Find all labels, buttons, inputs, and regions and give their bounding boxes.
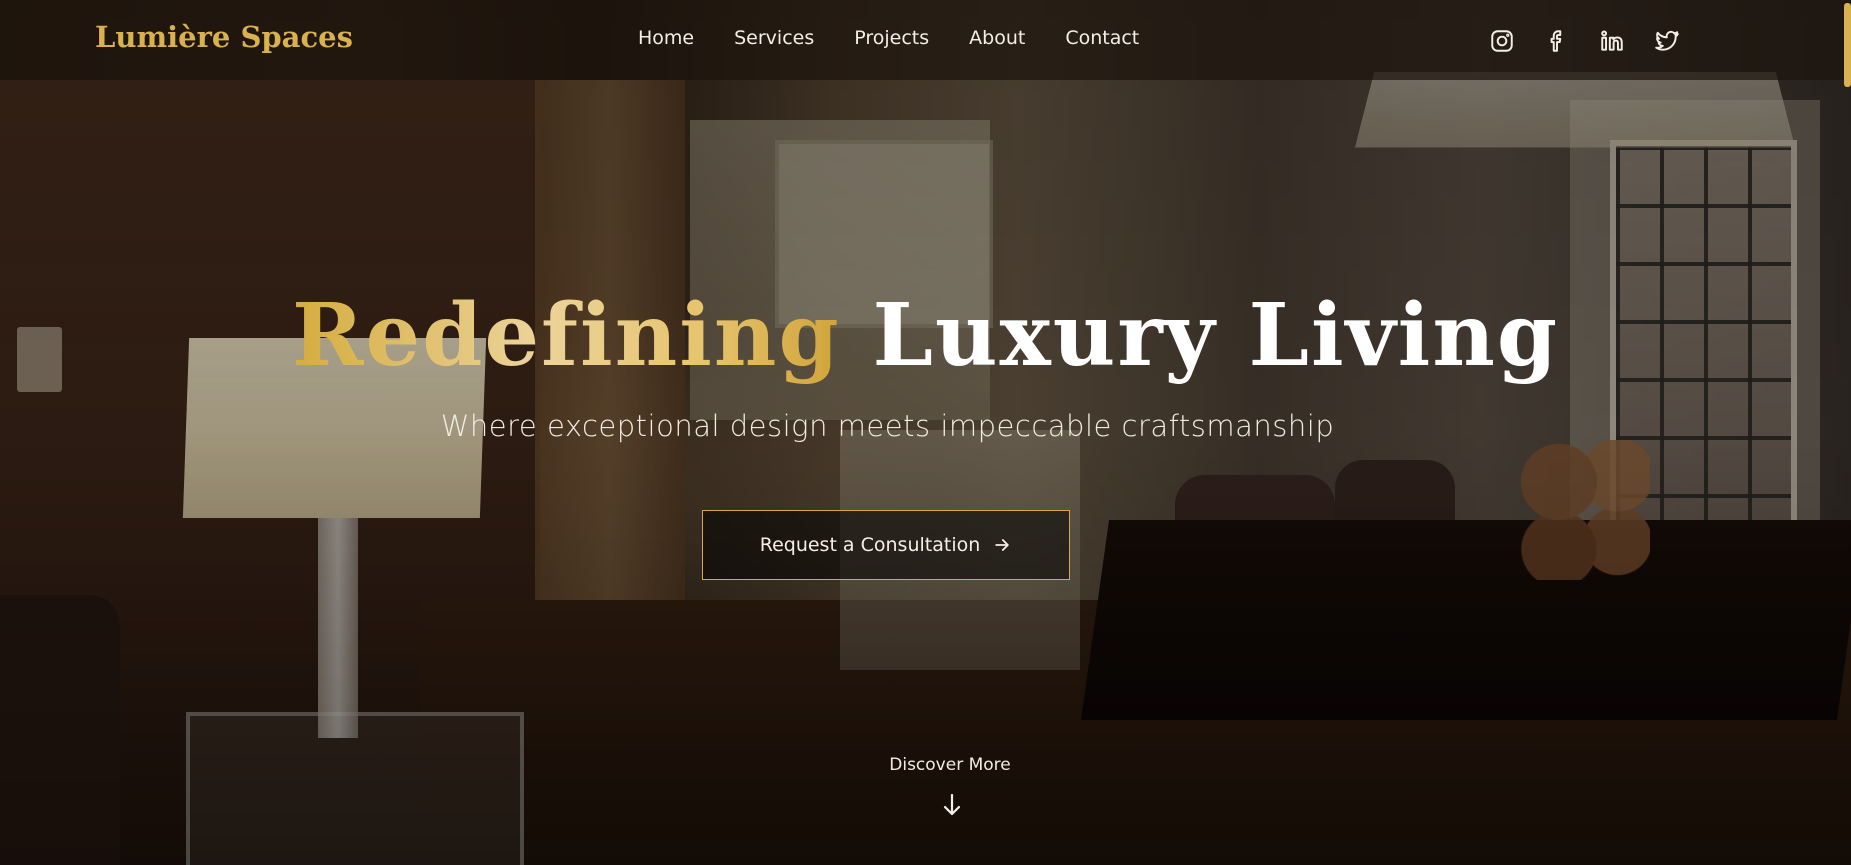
nav-link-projects[interactable]: Projects — [854, 27, 929, 49]
main-nav: Home Services Projects About Contact — [638, 27, 1179, 49]
discover-more-link[interactable]: Discover More — [850, 755, 1050, 775]
nav-link-about[interactable]: About — [969, 27, 1025, 49]
twitter-icon[interactable] — [1653, 27, 1681, 55]
arrow-down-icon[interactable] — [940, 792, 964, 818]
navbar: Lumière Spaces Home Services Projects Ab… — [0, 0, 1851, 80]
nav-link-services[interactable]: Services — [734, 27, 814, 49]
request-consultation-button[interactable]: Request a Consultation — [702, 510, 1070, 580]
hero-tagline: Where exceptional design meets impeccabl… — [440, 409, 1335, 443]
brand-logo[interactable]: Lumière Spaces — [95, 20, 353, 54]
instagram-icon[interactable] — [1488, 27, 1516, 55]
nav-link-contact[interactable]: Contact — [1065, 27, 1139, 49]
page-scrollbar[interactable] — [1844, 3, 1851, 87]
hero-headline: Redefining Luxury Living — [0, 285, 1851, 386]
linkedin-icon[interactable] — [1598, 27, 1626, 55]
cta-label: Request a Consultation — [759, 534, 981, 556]
hero-headline-white: Luxury Living — [872, 285, 1559, 386]
hero-headline-gold: Redefining — [292, 285, 841, 386]
arrow-right-icon — [995, 539, 1010, 551]
facebook-icon[interactable] — [1543, 27, 1571, 55]
social-links — [1488, 27, 1708, 55]
nav-link-home[interactable]: Home — [638, 27, 694, 49]
